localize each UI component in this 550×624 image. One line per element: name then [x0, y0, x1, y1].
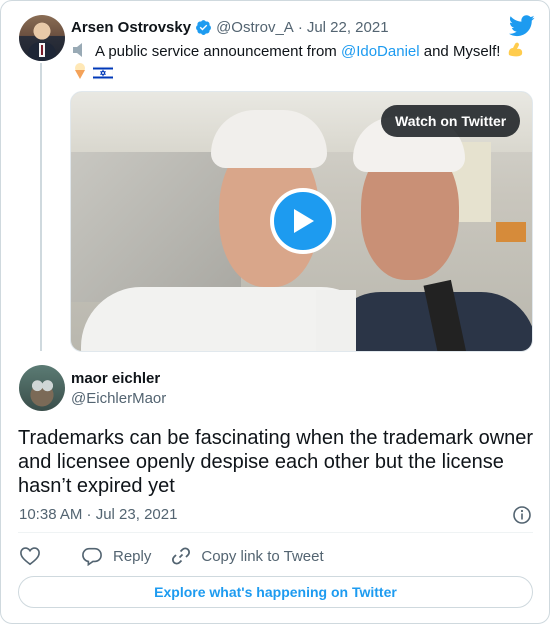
divider: [18, 532, 533, 533]
thread-line: [40, 63, 42, 351]
copy-link-label: Copy link to Tweet: [201, 547, 324, 565]
mention-link[interactable]: @IdoDaniel: [341, 43, 420, 60]
copy-link-button[interactable]: Copy link to Tweet: [171, 546, 324, 566]
tweet-text: Trademarks can be fascinating when the t…: [18, 427, 534, 497]
tweet-actions: Reply Copy link to Tweet: [19, 545, 344, 567]
speaker-icon: [73, 43, 82, 57]
tweet-embed-card: Arsen Ostrovsky @Ostrov_A · Jul 22, 2021…: [0, 0, 550, 624]
video-thumbnail[interactable]: Watch on Twitter: [70, 91, 533, 352]
reply-label: Reply: [113, 547, 152, 565]
avatar-arsen-ostrovsky[interactable]: [19, 15, 65, 61]
link-icon: [172, 547, 191, 565]
twitter-bird-icon[interactable]: [509, 15, 535, 37]
separator-dot: ·: [297, 18, 303, 36]
quoted-text-after: and Myself!: [419, 43, 505, 60]
tweet-timestamp[interactable]: 10:38 AM · Jul 23, 2021: [19, 506, 177, 524]
heart-icon: [20, 547, 40, 566]
quoted-tweet-text: A public service announcement from @IdoD…: [71, 39, 531, 83]
reply-icon: [82, 547, 102, 566]
info-icon[interactable]: [512, 505, 532, 525]
author-name[interactable]: Arsen Ostrovsky: [71, 19, 191, 36]
play-icon: [294, 209, 314, 233]
quoted-tweet-header: Arsen Ostrovsky @Ostrov_A · Jul 22, 2021: [71, 17, 389, 37]
avatar-maor-eichler[interactable]: [19, 365, 65, 411]
author-name[interactable]: maor eichler: [71, 370, 160, 388]
like-button[interactable]: [19, 546, 51, 566]
ice-cream-icon: [75, 63, 85, 79]
israel-flag-icon: [93, 66, 113, 80]
tweet-date[interactable]: Jul 22, 2021: [307, 19, 389, 36]
author-handle[interactable]: @Ostrov_A: [216, 19, 294, 36]
author-handle[interactable]: @EichlerMaor: [71, 390, 166, 408]
quoted-text-before: A public service announcement from: [95, 43, 341, 60]
flexed-biceps-icon: [508, 42, 522, 57]
verified-badge-icon: [196, 19, 211, 35]
watch-on-twitter-button[interactable]: Watch on Twitter: [381, 105, 521, 137]
reply-button[interactable]: Reply: [81, 546, 151, 566]
play-button[interactable]: [270, 188, 336, 254]
explore-twitter-button[interactable]: Explore what's happening on Twitter: [18, 576, 533, 608]
